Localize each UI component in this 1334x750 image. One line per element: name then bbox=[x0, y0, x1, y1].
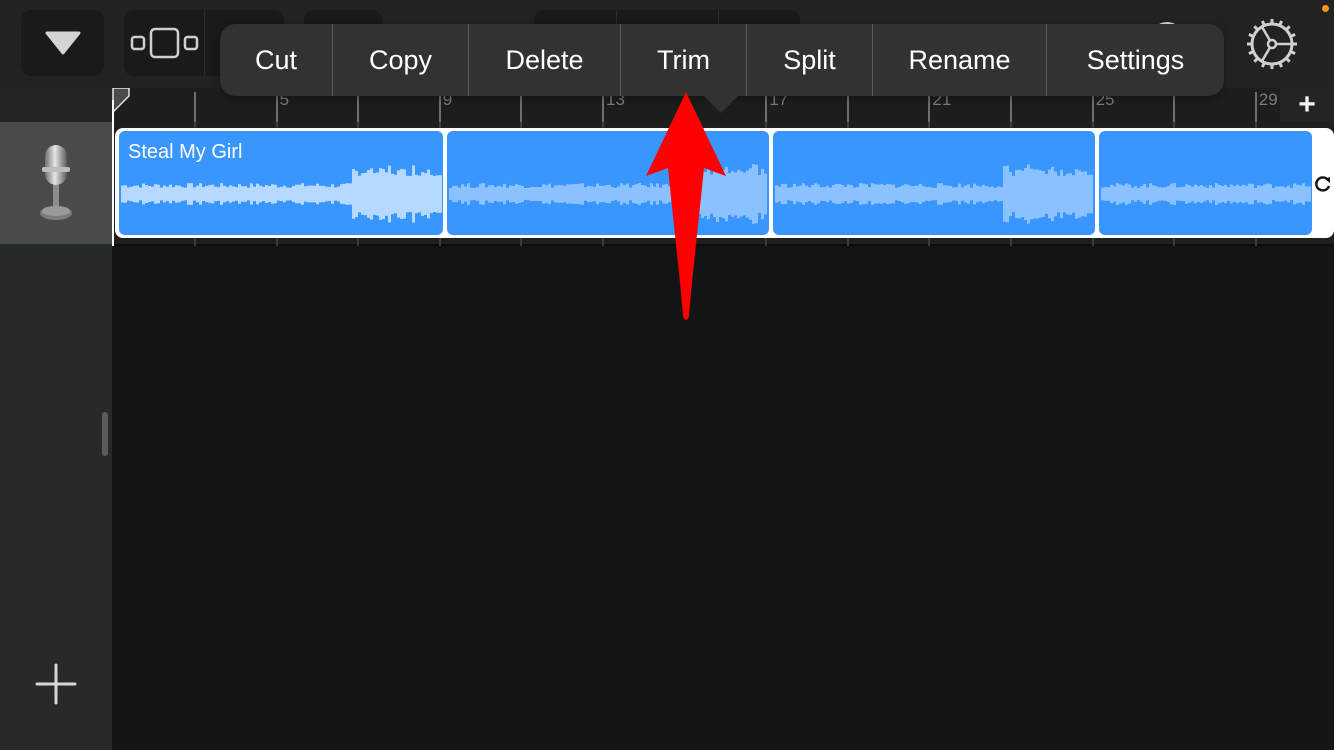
audio-region-loop[interactable] bbox=[1099, 131, 1312, 235]
waveform bbox=[775, 164, 1093, 224]
plus-icon bbox=[35, 663, 77, 705]
menu-item-label: Cut bbox=[254, 44, 298, 75]
ruler-tick bbox=[602, 92, 604, 122]
menu-item-split[interactable]: Split bbox=[747, 24, 873, 96]
ruler-bar-number: 29 bbox=[1258, 90, 1278, 109]
track-header-corner bbox=[0, 88, 112, 122]
toolbar-divider bbox=[204, 10, 205, 76]
privacy-indicator-dot bbox=[1322, 5, 1329, 12]
track-view-icon bbox=[130, 27, 199, 59]
plus-icon: + bbox=[1298, 88, 1316, 121]
tracks-view-button[interactable] bbox=[124, 10, 204, 76]
ruler-tick bbox=[1173, 92, 1176, 122]
settings-button[interactable] bbox=[1246, 18, 1298, 70]
ruler-tick bbox=[357, 92, 360, 122]
ruler-tick bbox=[520, 92, 523, 122]
region-name: Steal My Girl bbox=[128, 141, 243, 163]
ruler-tick bbox=[194, 92, 196, 122]
add-section-button[interactable]: + bbox=[1280, 88, 1334, 122]
track-browser-button[interactable] bbox=[21, 10, 104, 76]
triangle-down-icon bbox=[45, 31, 80, 55]
menu-item-label: Split bbox=[783, 44, 836, 75]
playhead-line bbox=[112, 100, 114, 246]
gear-icon bbox=[1247, 19, 1297, 69]
menu-item-cut[interactable]: Cut bbox=[220, 24, 333, 96]
menu-item-delete[interactable]: Delete bbox=[469, 24, 621, 96]
track-header-audio-recorder[interactable] bbox=[0, 122, 112, 244]
menu-item-copy[interactable]: Copy bbox=[333, 24, 469, 96]
menu-item-label: Rename bbox=[908, 44, 1011, 75]
menu-item-label: Settings bbox=[1086, 44, 1185, 75]
menu-item-label: Delete bbox=[505, 44, 584, 75]
loop-handle-icon[interactable] bbox=[1313, 174, 1333, 194]
playhead-handle[interactable] bbox=[112, 88, 130, 122]
audio-region-loop[interactable] bbox=[773, 131, 1095, 235]
annotation-arrow-icon bbox=[646, 92, 726, 320]
menu-item-label: Copy bbox=[368, 44, 433, 75]
ruler-tick bbox=[275, 92, 278, 122]
menu-item-rename[interactable]: Rename bbox=[873, 24, 1047, 96]
menu-item-settings[interactable]: Settings bbox=[1047, 24, 1224, 96]
region-context-menu: Cut Copy Delete Trim Split Rename Settin… bbox=[220, 24, 1224, 96]
waveform bbox=[1101, 183, 1311, 205]
ruler-tick bbox=[846, 92, 849, 122]
menu-item-label: Trim bbox=[657, 44, 710, 75]
ruler-tick bbox=[438, 92, 441, 122]
menu-item-trim[interactable]: Trim bbox=[621, 24, 747, 96]
add-track-button[interactable] bbox=[34, 662, 78, 706]
ruler-tick bbox=[765, 92, 768, 122]
ruler-tick bbox=[1010, 92, 1012, 122]
ruler-tick bbox=[1091, 92, 1094, 122]
ruler-tick bbox=[1254, 92, 1257, 122]
garageband-app: 5 9 13 17 21 25 29 + Steal My Girl Cut Copy De… bbox=[0, 0, 1334, 750]
track-header-resize-handle[interactable] bbox=[102, 412, 108, 456]
ruler-tick bbox=[928, 92, 931, 122]
microphone-icon bbox=[40, 145, 72, 220]
